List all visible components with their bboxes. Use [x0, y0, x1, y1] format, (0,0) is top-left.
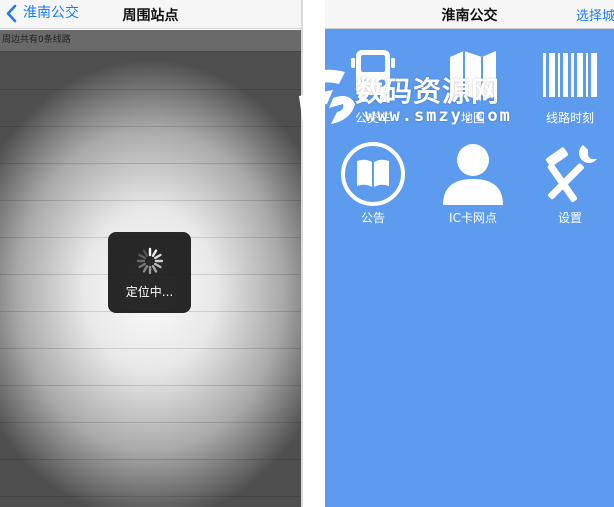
menu-item-settings[interactable]: 设置: [525, 141, 614, 226]
spinner-icon: [136, 247, 164, 275]
menu-label: 线路时刻: [545, 111, 594, 125]
menu-label: 公告: [360, 211, 385, 225]
menu-item-ic-card-outlets[interactable]: IC卡网点: [428, 141, 518, 226]
menu-item-map[interactable]: 地图: [428, 45, 518, 126]
list-divider: [0, 163, 301, 164]
chevron-left-icon: [6, 4, 17, 23]
list-divider: [0, 89, 301, 90]
screen-divider: [301, 0, 325, 507]
menu-item-schedule[interactable]: 线路时刻: [525, 45, 614, 126]
list-divider: [0, 126, 301, 127]
menu-label: 设置: [557, 211, 582, 225]
bus-icon: [351, 50, 395, 102]
list-divider: [0, 348, 301, 349]
person-icon: [443, 144, 503, 205]
home-screen: 淮南公交 选择城市 公交车 地图: [325, 0, 614, 507]
app-title: 淮南公交: [441, 8, 498, 24]
list-divider: [0, 51, 301, 52]
loading-indicator: 定位中...: [108, 232, 191, 313]
nav-bar: 淮南公交 选择城市: [325, 0, 614, 29]
list-divider: [0, 385, 301, 386]
barcode-icon: [543, 53, 597, 97]
loading-text: 定位中...: [125, 285, 174, 299]
list-divider: [0, 200, 301, 201]
menu-item-bus[interactable]: 公交车: [328, 45, 418, 126]
menu-label: 公交车: [354, 111, 391, 125]
menu-label: 地图: [460, 111, 485, 125]
menu-label: IC卡网点: [449, 211, 497, 225]
back-button[interactable]: 淮南公交: [4, 4, 79, 23]
line-count-text: 周边共有0条线路: [0, 30, 301, 51]
book-icon: [341, 142, 405, 206]
menu-item-notice[interactable]: 公告: [328, 141, 418, 226]
list-divider: [0, 422, 301, 423]
screen-divider-shade: [301, 0, 303, 507]
list-divider: [0, 496, 301, 497]
nav-bar: 淮南公交 周围站点: [0, 0, 301, 29]
map-icon: [450, 51, 496, 101]
back-label: 淮南公交: [23, 5, 79, 21]
nearby-stations-screen: 淮南公交 周围站点 周边共有0条线路 定位中...: [0, 0, 301, 507]
select-city-button[interactable]: 选择城市: [576, 5, 614, 24]
list-divider: [0, 459, 301, 460]
tools-icon: [545, 145, 597, 202]
